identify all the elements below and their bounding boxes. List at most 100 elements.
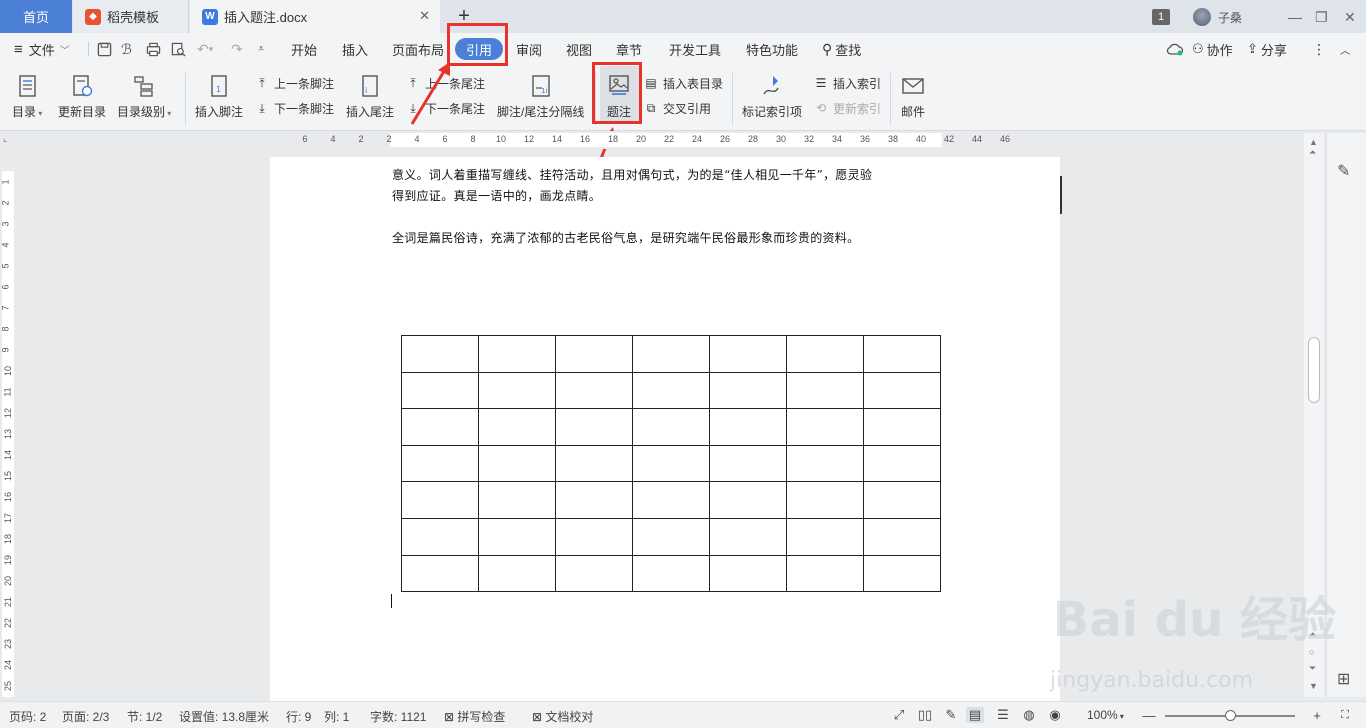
fullscreen-icon[interactable]: ⤢ bbox=[890, 707, 908, 723]
zoom-out-icon[interactable]: — bbox=[1140, 707, 1158, 723]
table-cell[interactable] bbox=[863, 444, 941, 483]
status-setting[interactable]: 设置值: 13.8厘米 bbox=[179, 708, 269, 725]
ruler-tick-label: 18 bbox=[3, 533, 14, 545]
ruler-tick-label: 6 bbox=[302, 134, 308, 144]
table-cell[interactable] bbox=[555, 517, 633, 556]
grid-apps-icon[interactable]: ⊞ bbox=[1337, 669, 1350, 689]
ruler-corner-icon[interactable]: ⌞ bbox=[3, 133, 7, 144]
spell-check-button[interactable]: ⊠ 拼写检查 bbox=[444, 708, 505, 725]
ruler-tick-label: 23 bbox=[3, 638, 14, 650]
table-cell[interactable] bbox=[478, 408, 556, 446]
ruler-tick-label: 32 bbox=[803, 134, 815, 144]
scroll-up-icon[interactable]: ▲ bbox=[1309, 137, 1318, 147]
watermark-logo: Bai du 经验 bbox=[1052, 592, 1336, 648]
table-cell[interactable] bbox=[478, 371, 556, 410]
zoom-dropdown[interactable]: 100% ▾ bbox=[1087, 708, 1124, 722]
table-cell[interactable] bbox=[863, 517, 941, 556]
table-cell[interactable] bbox=[555, 444, 633, 483]
fit-window-icon[interactable]: ⛶ bbox=[1336, 707, 1354, 723]
table-cell[interactable] bbox=[478, 517, 556, 556]
ruler-tick-label: 25 bbox=[3, 680, 14, 692]
table-cell[interactable] bbox=[555, 335, 633, 373]
table-cell[interactable] bbox=[478, 335, 556, 373]
ruler-tick-label: 2 bbox=[0, 200, 11, 206]
table-cell[interactable] bbox=[401, 444, 479, 483]
table-cell[interactable] bbox=[632, 554, 710, 593]
table-cell[interactable] bbox=[709, 554, 787, 593]
zoom-in-icon[interactable]: + bbox=[1308, 707, 1326, 723]
table-cell[interactable] bbox=[863, 371, 941, 410]
table-cell[interactable] bbox=[863, 408, 941, 446]
ruler-tick-label: 46 bbox=[999, 134, 1011, 144]
table-cell[interactable] bbox=[709, 408, 787, 446]
ruler-tick-label: 15 bbox=[3, 470, 14, 482]
write-mode-icon[interactable]: ✎ bbox=[942, 707, 960, 723]
table-cell[interactable] bbox=[401, 554, 479, 593]
ruler-tick-label: 14 bbox=[3, 449, 14, 461]
table-cell[interactable] bbox=[786, 481, 864, 519]
table-cell[interactable] bbox=[555, 408, 633, 446]
table-cell[interactable] bbox=[863, 554, 941, 593]
table-cell[interactable] bbox=[786, 408, 864, 446]
status-section[interactable]: 节: 1/2 bbox=[127, 708, 162, 725]
ruler-tick-label: 24 bbox=[691, 134, 703, 144]
table-cell[interactable] bbox=[786, 554, 864, 593]
text-cursor bbox=[391, 594, 392, 608]
table-cell[interactable] bbox=[401, 481, 479, 519]
reading-mode-icon[interactable]: ▯▯ bbox=[916, 707, 934, 723]
table-cell[interactable] bbox=[632, 444, 710, 483]
table-cell[interactable] bbox=[555, 554, 633, 593]
scroll-down-icon[interactable]: ▼ bbox=[1309, 681, 1318, 691]
status-page-code[interactable]: 页码: 2 bbox=[9, 708, 46, 725]
table-cell[interactable] bbox=[786, 444, 864, 483]
ruler-tick-label: 14 bbox=[551, 134, 563, 144]
proofread-button[interactable]: ⊠ 文档校对 bbox=[532, 708, 593, 725]
ruler-tick-label: 13 bbox=[3, 428, 14, 440]
table-cell[interactable] bbox=[709, 444, 787, 483]
table-cell[interactable] bbox=[478, 554, 556, 593]
table-cell[interactable] bbox=[632, 371, 710, 410]
table-cell[interactable] bbox=[709, 371, 787, 410]
table-cell[interactable] bbox=[786, 335, 864, 373]
proofread-icon: ⊠ bbox=[532, 710, 546, 724]
page-down-icon[interactable]: ⏷ bbox=[1309, 663, 1316, 674]
vertical-ruler[interactable]: 1 2 3 4 5 6 7 8 9 10 11 12 13 14 15 16 17 18 19 20 21 22 23 24 2… bbox=[0, 149, 16, 697]
table-cell[interactable] bbox=[632, 335, 710, 373]
ruler-tick-label: 7 bbox=[0, 305, 11, 311]
ruler-tick-label: 24 bbox=[3, 659, 14, 671]
page-view-icon[interactable]: ▤ bbox=[966, 707, 984, 723]
eye-protection-icon[interactable]: ◉ bbox=[1046, 707, 1064, 723]
table-cell[interactable] bbox=[709, 335, 787, 373]
table-cell[interactable] bbox=[709, 517, 787, 556]
table-cell[interactable] bbox=[632, 517, 710, 556]
table-cell[interactable] bbox=[401, 408, 479, 446]
table-cell[interactable] bbox=[555, 481, 633, 519]
table-cell[interactable] bbox=[709, 481, 787, 519]
table-cell[interactable] bbox=[786, 517, 864, 556]
web-view-icon[interactable]: ◍ bbox=[1020, 707, 1038, 723]
table-cell[interactable] bbox=[863, 335, 941, 373]
horizontal-ruler[interactable]: 6 4 2 2 4 6 8 10 12 14 16 18 20 22 24 26 28 30 32 34 36 38 40 4… bbox=[0, 131, 1366, 149]
document-table[interactable] bbox=[401, 335, 941, 593]
table-cell[interactable] bbox=[632, 408, 710, 446]
paragraph-line-3: 全词是篇民俗诗，充满了浓郁的古老民俗气息，是研究端午民俗最形象而珍贵的资料。 bbox=[392, 231, 860, 245]
table-cell[interactable] bbox=[632, 481, 710, 519]
status-word-count[interactable]: 字数: 1121 bbox=[370, 708, 426, 725]
table-cell[interactable] bbox=[401, 371, 479, 410]
ruler-tick-label: 8 bbox=[470, 134, 476, 144]
status-page[interactable]: 页面: 2/3 bbox=[62, 708, 109, 725]
edit-pen-icon[interactable]: ✎ bbox=[1337, 161, 1350, 181]
page-up-icon[interactable]: ⏶ bbox=[1309, 147, 1316, 158]
outline-view-icon[interactable]: ☰ bbox=[994, 707, 1012, 723]
table-cell[interactable] bbox=[478, 444, 556, 483]
table-cell[interactable] bbox=[863, 481, 941, 519]
scrollbar-thumb[interactable] bbox=[1308, 337, 1320, 403]
status-bar: 页码: 2 页面: 2/3 节: 1/2 设置值: 13.8厘米 行: 9 列:… bbox=[0, 701, 1366, 728]
table-cell[interactable] bbox=[401, 335, 479, 373]
table-cell[interactable] bbox=[401, 517, 479, 556]
table-cell[interactable] bbox=[478, 481, 556, 519]
zoom-slider-handle[interactable] bbox=[1225, 710, 1236, 721]
table-cell[interactable] bbox=[555, 371, 633, 410]
ruler-tick-label: 40 bbox=[915, 134, 927, 144]
table-cell[interactable] bbox=[786, 371, 864, 410]
